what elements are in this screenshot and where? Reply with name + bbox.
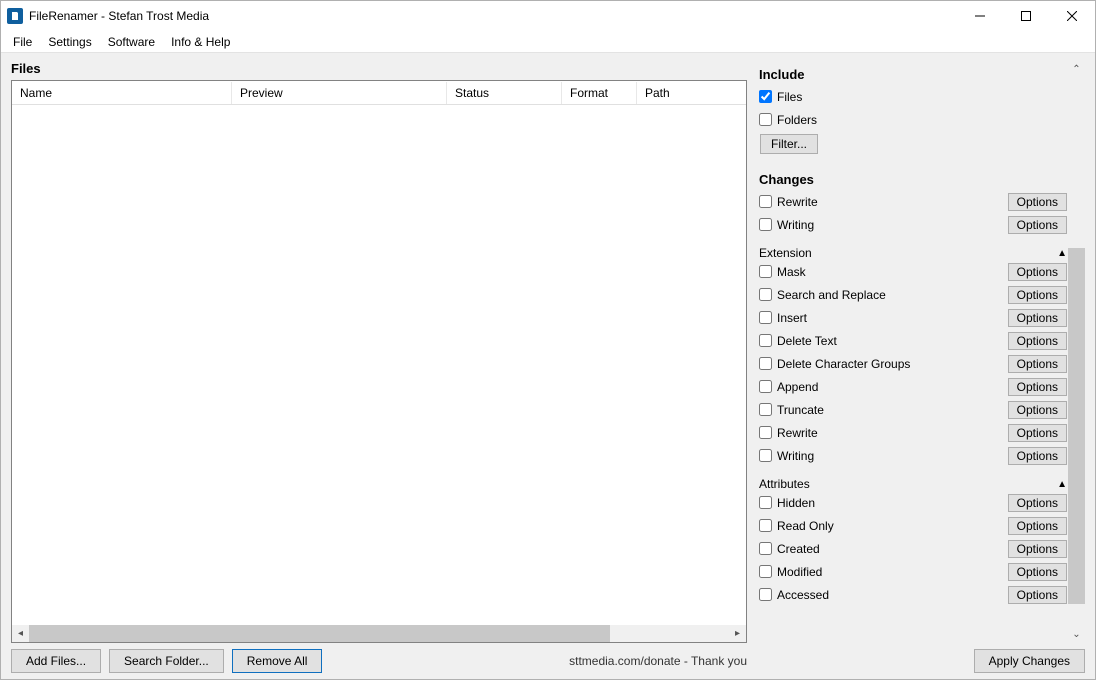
attr-hidden-checkbox[interactable] bbox=[759, 496, 772, 509]
ext-mask-options-button[interactable]: Options bbox=[1008, 263, 1067, 281]
app-icon bbox=[7, 8, 23, 24]
add-files-button[interactable]: Add Files... bbox=[11, 649, 101, 673]
changes-rewrite-label: Rewrite bbox=[777, 195, 1008, 209]
changes-heading: Changes bbox=[759, 172, 1067, 187]
scroll-up-icon[interactable]: ⌃ bbox=[1068, 61, 1085, 78]
remove-all-button[interactable]: Remove All bbox=[232, 649, 323, 673]
attr-modified-checkbox[interactable] bbox=[759, 565, 772, 578]
changes-rewrite-options-button[interactable]: Options bbox=[1008, 193, 1067, 211]
attr-created-options-button[interactable]: Options bbox=[1008, 540, 1067, 558]
apply-changes-button[interactable]: Apply Changes bbox=[974, 649, 1085, 673]
files-heading: Files bbox=[11, 61, 747, 76]
ext-append-checkbox[interactable] bbox=[759, 380, 772, 393]
menu-software[interactable]: Software bbox=[100, 33, 163, 51]
ext-delete-text-checkbox[interactable] bbox=[759, 334, 772, 347]
ext-writing-label: Writing bbox=[777, 449, 1008, 463]
attr-accessed-label: Accessed bbox=[777, 588, 1008, 602]
scroll-down-icon[interactable]: ⌄ bbox=[1068, 626, 1085, 643]
collapse-icon[interactable]: ▲ bbox=[1057, 248, 1067, 259]
menu-settings[interactable]: Settings bbox=[40, 33, 99, 51]
ext-append-label: Append bbox=[777, 380, 1008, 394]
ext-mask-checkbox[interactable] bbox=[759, 265, 772, 278]
extension-heading: Extension bbox=[759, 246, 1057, 260]
ext-rewrite-label: Rewrite bbox=[777, 426, 1008, 440]
scroll-track[interactable] bbox=[29, 625, 729, 642]
menu-info-help[interactable]: Info & Help bbox=[163, 33, 238, 51]
attr-hidden-label: Hidden bbox=[777, 496, 1008, 510]
filter-button[interactable]: Filter... bbox=[760, 134, 818, 154]
include-folders-label: Folders bbox=[777, 113, 1067, 127]
close-button[interactable] bbox=[1049, 1, 1095, 31]
col-format[interactable]: Format bbox=[562, 82, 637, 104]
ext-truncate-label: Truncate bbox=[777, 403, 1008, 417]
titlebar: FileRenamer - Stefan Trost Media bbox=[1, 1, 1095, 31]
attr-modified-options-button[interactable]: Options bbox=[1008, 563, 1067, 581]
col-status[interactable]: Status bbox=[447, 82, 562, 104]
ext-insert-label: Insert bbox=[777, 311, 1008, 325]
ext-rewrite-checkbox[interactable] bbox=[759, 426, 772, 439]
minimize-button[interactable] bbox=[957, 1, 1003, 31]
ext-delete-char-groups-label: Delete Character Groups bbox=[777, 357, 1008, 371]
vertical-scrollbar[interactable]: ⌃ ⌄ bbox=[1068, 61, 1085, 643]
ext-search-replace-label: Search and Replace bbox=[777, 288, 1008, 302]
changes-writing-checkbox[interactable] bbox=[759, 218, 772, 231]
attr-read-only-options-button[interactable]: Options bbox=[1008, 517, 1067, 535]
collapse-icon[interactable]: ▲ bbox=[1057, 479, 1067, 490]
ext-insert-options-button[interactable]: Options bbox=[1008, 309, 1067, 327]
attr-read-only-label: Read Only bbox=[777, 519, 1008, 533]
attributes-heading: Attributes bbox=[759, 477, 1057, 491]
ext-mask-label: Mask bbox=[777, 265, 1008, 279]
horizontal-scrollbar[interactable]: ◂ ▸ bbox=[12, 625, 746, 642]
ext-delete-text-options-button[interactable]: Options bbox=[1008, 332, 1067, 350]
ext-insert-checkbox[interactable] bbox=[759, 311, 772, 324]
include-files-checkbox[interactable] bbox=[759, 90, 772, 103]
status-text: sttmedia.com/donate - Thank you bbox=[569, 654, 747, 668]
attr-accessed-checkbox[interactable] bbox=[759, 588, 772, 601]
ext-delete-char-groups-options-button[interactable]: Options bbox=[1008, 355, 1067, 373]
files-table[interactable]: Name Preview Status Format Path ◂ ▸ bbox=[11, 80, 747, 643]
scroll-thumb[interactable] bbox=[1068, 248, 1085, 604]
ext-delete-char-groups-checkbox[interactable] bbox=[759, 357, 772, 370]
attr-read-only-checkbox[interactable] bbox=[759, 519, 772, 532]
ext-truncate-checkbox[interactable] bbox=[759, 403, 772, 416]
include-files-label: Files bbox=[777, 90, 1067, 104]
ext-delete-text-label: Delete Text bbox=[777, 334, 1008, 348]
attr-created-checkbox[interactable] bbox=[759, 542, 772, 555]
attr-hidden-options-button[interactable]: Options bbox=[1008, 494, 1067, 512]
ext-rewrite-options-button[interactable]: Options bbox=[1008, 424, 1067, 442]
ext-writing-options-button[interactable]: Options bbox=[1008, 447, 1067, 465]
files-pane: Files Name Preview Status Format Path ◂ … bbox=[1, 53, 753, 679]
ext-append-options-button[interactable]: Options bbox=[1008, 378, 1067, 396]
include-folders-checkbox[interactable] bbox=[759, 113, 772, 126]
col-preview[interactable]: Preview bbox=[232, 82, 447, 104]
col-path[interactable]: Path bbox=[637, 82, 746, 104]
attr-modified-label: Modified bbox=[777, 565, 1008, 579]
ext-writing-checkbox[interactable] bbox=[759, 449, 772, 462]
options-pane: Include Files Folders Filter... Changes … bbox=[753, 53, 1095, 679]
changes-writing-label: Writing bbox=[777, 218, 1008, 232]
changes-rewrite-checkbox[interactable] bbox=[759, 195, 772, 208]
table-header: Name Preview Status Format Path bbox=[12, 81, 746, 105]
window-title: FileRenamer - Stefan Trost Media bbox=[29, 9, 209, 23]
include-heading: Include bbox=[759, 67, 1067, 82]
maximize-button[interactable] bbox=[1003, 1, 1049, 31]
scroll-left-icon[interactable]: ◂ bbox=[12, 625, 29, 642]
search-folder-button[interactable]: Search Folder... bbox=[109, 649, 224, 673]
scroll-right-icon[interactable]: ▸ bbox=[729, 625, 746, 642]
ext-search-replace-options-button[interactable]: Options bbox=[1008, 286, 1067, 304]
ext-search-replace-checkbox[interactable] bbox=[759, 288, 772, 301]
changes-writing-options-button[interactable]: Options bbox=[1008, 216, 1067, 234]
menu-file[interactable]: File bbox=[5, 33, 40, 51]
col-name[interactable]: Name bbox=[12, 82, 232, 104]
scroll-thumb[interactable] bbox=[29, 625, 610, 642]
scroll-track[interactable] bbox=[1068, 78, 1085, 626]
attr-accessed-options-button[interactable]: Options bbox=[1008, 586, 1067, 604]
attr-created-label: Created bbox=[777, 542, 1008, 556]
menubar: File Settings Software Info & Help bbox=[1, 31, 1095, 53]
ext-truncate-options-button[interactable]: Options bbox=[1008, 401, 1067, 419]
